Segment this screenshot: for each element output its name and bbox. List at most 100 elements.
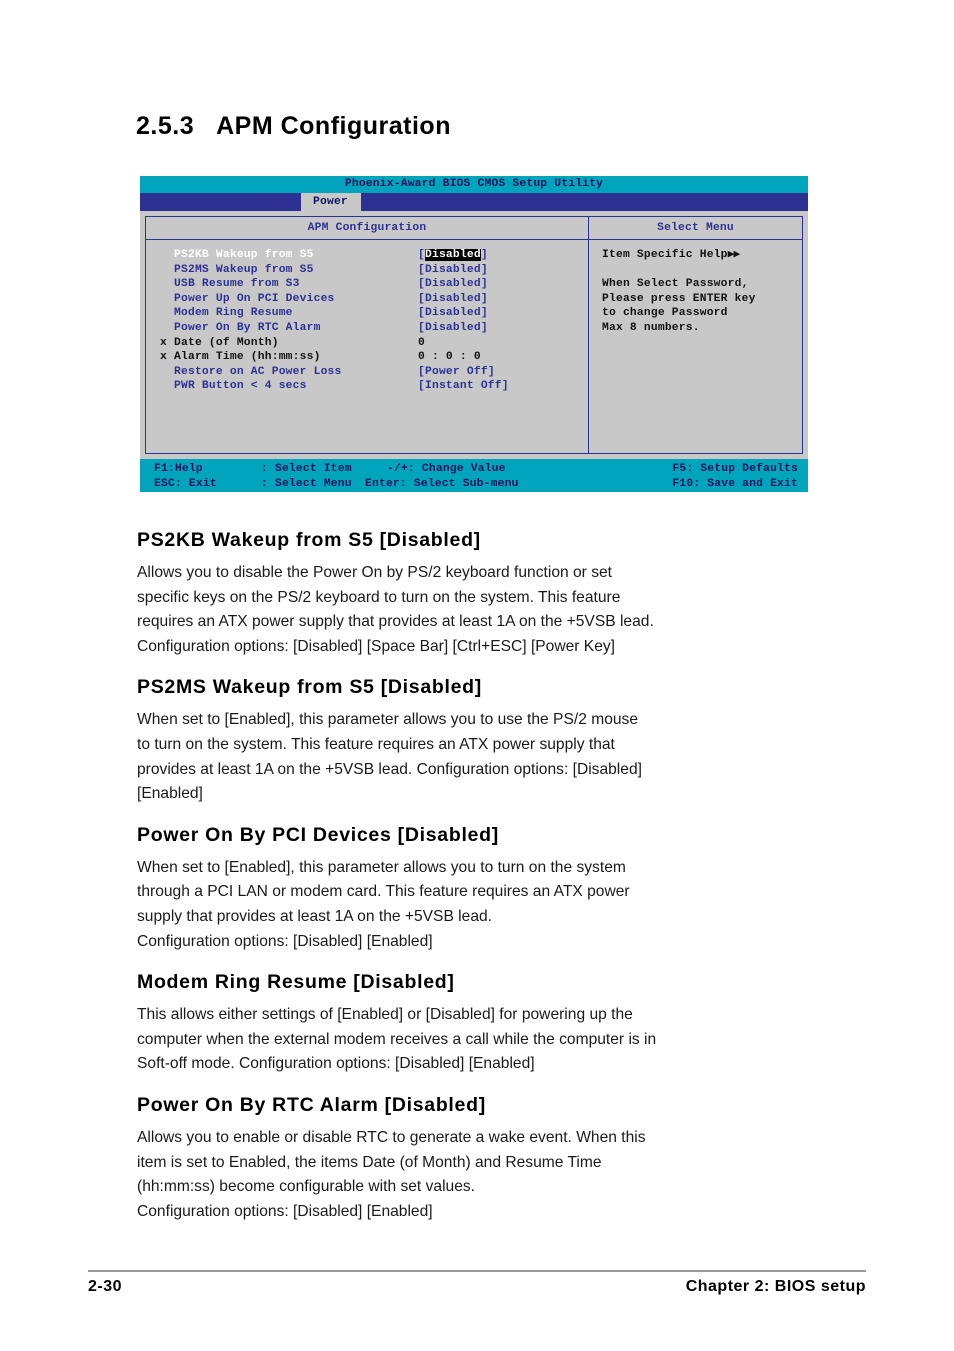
bios-row-mark: x (160, 351, 167, 364)
doc-section-line: This allows either settings of [Enabled]… (137, 1006, 633, 1024)
page-number: 2-30 (88, 1278, 123, 1295)
section-title: APM Configuration (216, 112, 451, 140)
bios-setting-row[interactable]: x Alarm Time (hh:mm:ss) 0 : 0 : 0 (146, 350, 588, 365)
bios-help-content: Item Specific Help▶▶ When Select Passwor… (589, 240, 802, 453)
doc-section-line: [Enabled] (137, 785, 203, 803)
bios-help-panel: Select Menu Item Specific Help▶▶ When Se… (589, 216, 803, 454)
double-right-arrow-icon: ▶▶ (727, 249, 741, 261)
bios-row-label: Power Up On PCI Devices (174, 292, 335, 305)
bios-row-value[interactable]: [Disabled] (418, 263, 488, 278)
doc-section: PS2MS Wakeup from S5 [Disabled] When set … (137, 676, 837, 806)
bios-row-label: PWR Button < 4 secs (174, 380, 307, 393)
bios-row-value[interactable]: [Disabled] (418, 277, 488, 292)
bios-row-label: Power On By RTC Alarm (174, 321, 321, 334)
doc-section-body: When set to [Enabled], this parameter al… (137, 856, 837, 954)
bios-help-line: Please press ENTER key (602, 292, 756, 305)
bios-row-label: PS2MS Wakeup from S5 (174, 263, 314, 276)
bios-row-value[interactable]: [Disabled] (418, 292, 488, 307)
body-content: PS2KB Wakeup from S5 [Disabled] Allows yo… (137, 529, 837, 1241)
bios-settings-panel: APM Configuration PS2KB Wakeup from S5 [D… (145, 216, 589, 454)
bios-row-label: Alarm Time (hh:mm:ss) (174, 351, 321, 364)
section-heading: 2.5.3 APM Configuration (136, 112, 451, 141)
bios-row-value-text: Disabled (424, 321, 481, 334)
doc-section-heading: Power On By PCI Devices [Disabled] (137, 823, 499, 846)
bios-key-hint: F10: Save and Exit (672, 477, 798, 490)
bios-setting-row[interactable]: PS2KB Wakeup from S5 [Disabled] (146, 248, 588, 263)
doc-section-line: provides at least 1A on the +5VSB lead. … (137, 760, 642, 778)
bios-setting-row[interactable]: PWR Button < 4 secs [Instant Off] (146, 379, 588, 394)
bios-row-value[interactable]: [Disabled] (418, 248, 488, 263)
bios-key-hint: Enter: Select Sub-menu (365, 477, 519, 490)
bios-key-hint: F5: Setup Defaults (672, 463, 798, 475)
bios-row-value-text: Disabled (424, 263, 481, 276)
bios-setting-row[interactable]: x Date (of Month) 0 (146, 336, 588, 351)
bios-key-legend: F1:Help: Select Item -/+: Change Value F5:… (140, 459, 808, 492)
chapter-label: Chapter 2: BIOS setup (685, 1278, 866, 1295)
bios-row-value-text: Disabled (424, 278, 481, 291)
bios-body: APM Configuration PS2KB Wakeup from S5 [D… (140, 211, 808, 459)
bios-menu-bar: Power (140, 193, 808, 211)
bios-row-value-text: Disabled (424, 249, 481, 261)
bios-title-bar: Phoenix-Award BIOS CMOS Setup Utility (140, 176, 808, 193)
section-number: 2.5.3 (136, 112, 195, 140)
doc-section: Power On By PCI Devices [Disabled] When s… (137, 824, 837, 954)
bios-row-value-text: Disabled (424, 292, 481, 305)
bios-settings-list: PS2KB Wakeup from S5 [Disabled] PS2MS Wake… (146, 240, 588, 453)
bios-row-value[interactable]: [Power Off] (418, 365, 495, 380)
bios-help-line: Max 8 numbers. (602, 321, 700, 334)
doc-section-line: supply that provides at least 1A on the … (137, 907, 492, 925)
doc-section-heading: PS2MS Wakeup from S5 [Disabled] (137, 676, 482, 699)
bios-setting-row[interactable]: Restore on AC Power Loss [Power Off] (146, 365, 588, 380)
bios-setting-row[interactable]: Power Up On PCI Devices [Disabled] (146, 292, 588, 307)
bios-help-title: Item Specific Help (602, 249, 728, 261)
bios-row-value[interactable]: [Disabled] (418, 321, 488, 336)
doc-section-line: Configuration options: [Disabled] [Enabl… (137, 932, 433, 950)
doc-section-line: Allows you to disable the Power On by PS… (137, 564, 613, 581)
bios-row-value[interactable]: [Disabled] (418, 306, 488, 321)
bios-tab-power[interactable]: Power (301, 193, 361, 211)
doc-section-body: This allows either settings of [Enabled]… (137, 1003, 837, 1077)
bios-row-mark: x (160, 336, 167, 349)
bios-key-hint: : Select Item (261, 463, 352, 475)
doc-section-line: Allows you to enable or disable RTC to g… (137, 1128, 646, 1146)
doc-section-body: When set to [Enabled], this parameter al… (137, 708, 837, 806)
bios-row-label: Date (of Month) (174, 336, 279, 349)
footer-divider (88, 1270, 866, 1272)
doc-section-line: item is set to Enabled, the items Date (… (137, 1153, 602, 1171)
document-page: 2.5.3 APM Configuration Phoenix-Award BIO… (0, 0, 954, 1351)
doc-section-line: When set to [Enabled], this parameter al… (137, 858, 626, 876)
doc-section-line: (hh:mm:ss) become configurable with set … (137, 1178, 476, 1196)
bios-row-value[interactable]: [Instant Off] (418, 379, 509, 394)
bios-key-hint: -/+: Change Value (387, 463, 506, 475)
doc-section: Modem Ring Resume [Disabled] This allows … (137, 971, 837, 1077)
bios-key-hint: ESC: Exit (154, 477, 217, 490)
bios-help-line: When Select Password, (602, 278, 749, 291)
bios-help-line: to change Password (602, 307, 728, 320)
bios-row-value-text: Instant Off (424, 380, 502, 393)
doc-section-line: through a PCI LAN or modem card. This fe… (137, 883, 630, 901)
doc-section-line: computer when the external modem receive… (137, 1030, 657, 1048)
doc-section-heading: Modem Ring Resume [Disabled] (137, 971, 455, 994)
bios-help-title-line: Item Specific Help▶▶ (589, 248, 802, 263)
bios-row-value[interactable]: 0 (418, 336, 425, 351)
bios-row-label: Modem Ring Resume (174, 307, 293, 320)
bios-row-value-text: Power Off (424, 365, 488, 378)
bios-setting-row[interactable]: Power On By RTC Alarm [Disabled] (146, 321, 588, 336)
bios-key-hint: : Select Menu (261, 477, 352, 490)
doc-section-body: Allows you to enable or disable RTC to g… (137, 1126, 837, 1224)
bios-key-legend-row: F1:Help: Select Item -/+: Change Value F5:… (140, 462, 808, 477)
bios-setting-row[interactable]: PS2MS Wakeup from S5 [Disabled] (146, 263, 588, 278)
bios-settings-heading: APM Configuration (146, 217, 588, 240)
bios-row-value[interactable]: 0 : 0 : 0 (418, 350, 481, 365)
doc-section-line: to turn on the system. This feature requ… (137, 735, 615, 753)
bios-row-value-text: 0 (418, 336, 425, 349)
bios-screen: Phoenix-Award BIOS CMOS Setup Utility Po… (140, 176, 808, 492)
bios-setting-row[interactable]: Modem Ring Resume [Disabled] (146, 306, 588, 321)
doc-section: PS2KB Wakeup from S5 [Disabled] Allows yo… (137, 529, 837, 659)
bios-setting-row[interactable]: USB Resume from S3 [Disabled] (146, 277, 588, 292)
doc-section-heading: Power On By RTC Alarm [Disabled] (137, 1093, 486, 1116)
doc-section-line: Configuration options: [Disabled] [Enabl… (137, 1202, 433, 1220)
doc-section-line: Soft-off mode. Configuration options: [D… (137, 1055, 535, 1073)
bios-row-value-text: Disabled (424, 307, 481, 320)
doc-section-body: Allows you to disable the Power On by PS… (137, 561, 837, 659)
